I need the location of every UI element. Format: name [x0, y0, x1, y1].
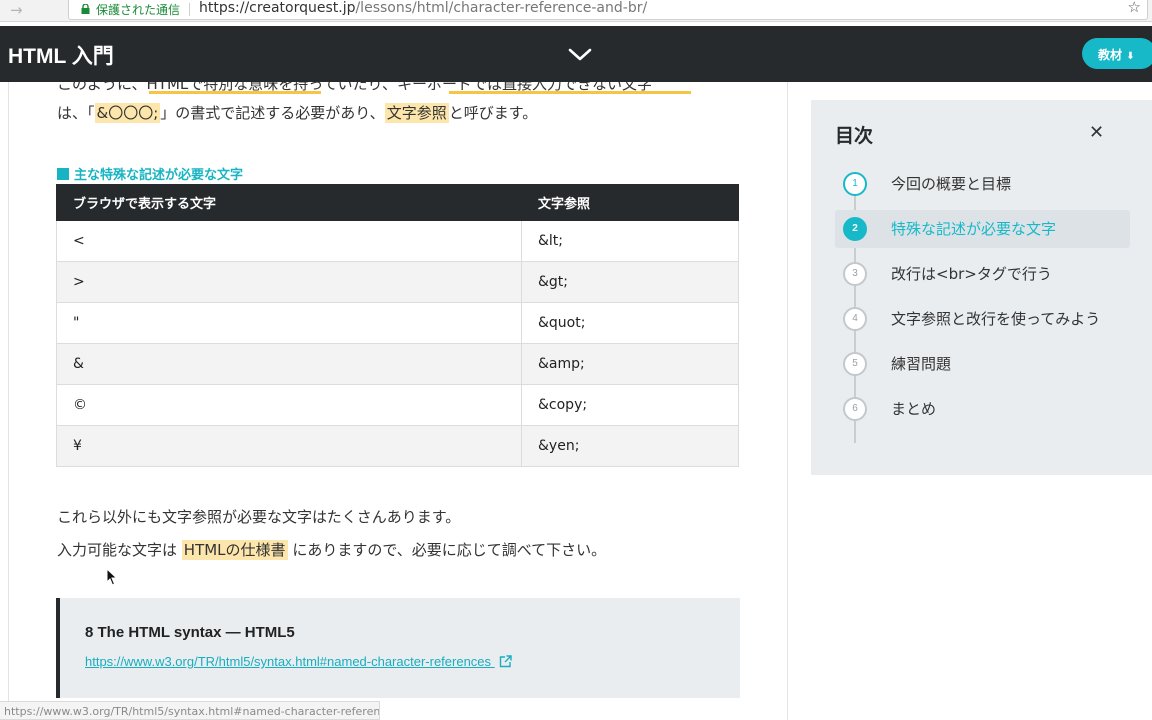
toc-item-label: 今回の概要と目標: [891, 175, 1012, 193]
table-header-row: ブラウザで表示する文字 文字参照: [56, 184, 739, 221]
mouse-cursor-icon: [106, 568, 118, 586]
toc-item-label: 文字参照と改行を使ってみよう: [891, 310, 1101, 328]
toc-step-number: 3: [843, 262, 867, 286]
table-row: > &gt;: [56, 261, 739, 303]
toc-item-label: まとめ: [891, 400, 937, 418]
toc-item-summary[interactable]: 6 まとめ: [835, 390, 1130, 428]
spec-link-text: https://www.w3.org/TR/html5/syntax.html#…: [85, 654, 492, 669]
table-cell-reference: &amp;: [521, 343, 739, 385]
table-cell-char: <: [56, 220, 522, 262]
download-icon: ⬇: [1126, 51, 1135, 62]
highlight-format: &〇〇〇;: [94, 103, 161, 123]
url-separator: [189, 3, 190, 16]
toc-step-number: 5: [843, 352, 867, 376]
toc-item-overview[interactable]: 1 今回の概要と目標: [835, 165, 1130, 203]
table-caption-text: 主な特殊な記述が必要な文字: [74, 168, 244, 183]
close-icon[interactable]: ✕: [1089, 122, 1104, 143]
toc-step-number: 4: [843, 307, 867, 331]
table-cell-reference: &quot;: [521, 302, 739, 344]
table-cell-reference: &lt;: [521, 220, 739, 262]
column-header-display-char: ブラウザで表示する文字: [56, 184, 522, 221]
toc-item-special-characters[interactable]: 2 特殊な記述が必要な文字: [835, 210, 1130, 248]
para3-prefix: 入力可能な文字は: [57, 541, 178, 559]
caption-square-icon: [57, 168, 69, 180]
table-cell-reference: &yen;: [521, 425, 739, 467]
quote-title: 8 The HTML syntax — HTML5: [85, 624, 295, 641]
character-reference-table: ブラウザで表示する文字 文字参照 < &lt; > &gt; " &quot; …: [56, 184, 739, 467]
table-cell-char: &: [56, 343, 522, 385]
bookmark-star-icon[interactable]: ☆: [1128, 0, 1141, 16]
chevron-down-icon[interactable]: [566, 42, 594, 66]
table-cell-char: ©: [56, 384, 522, 426]
table-cell-char: ¥: [56, 425, 522, 467]
toc-step-number: 6: [843, 397, 867, 421]
paragraph-spec-reference: 入力可能な文字は HTMLの仕様書 にありますので、必要に応じて調べて下さい。: [57, 539, 606, 560]
para1-mid: 」の書式で記述する必要があり、: [160, 104, 385, 122]
url-bar[interactable]: 保護された通信 https://creatorquest.jp/lessons/…: [68, 0, 1148, 20]
material-download-button[interactable]: 教材 ⬇: [1082, 38, 1152, 69]
column-header-reference: 文字参照: [521, 184, 739, 221]
toc-item-label: 改行は<br>タグで行う: [891, 265, 1052, 283]
table-row: © &copy;: [56, 384, 739, 426]
table-caption: 主な特殊な記述が必要な文字: [57, 164, 243, 183]
lock-icon: [81, 4, 90, 14]
table-row: < &lt;: [56, 220, 739, 262]
table-row: ¥ &yen;: [56, 425, 739, 467]
table-row: & &amp;: [56, 343, 739, 385]
toc-step-number: 2: [843, 217, 867, 241]
underline-highlight: [149, 91, 321, 94]
spec-external-link[interactable]: https://www.w3.org/TR/html5/syntax.html#…: [85, 654, 512, 669]
spec-link-highlight[interactable]: HTMLの仕様書: [181, 540, 288, 560]
site-header: HTML 入門 教材 ⬇: [0, 26, 1152, 82]
toc-item-label: 特殊な記述が必要な文字: [891, 220, 1057, 238]
material-button-label: 教材: [1098, 48, 1123, 62]
para1-prefix: は、「: [57, 104, 95, 122]
table-cell-char: ": [56, 302, 522, 344]
partially-visible-line: このように、HTMLで特別な意味を持っていたり、キーボードでは直接入力できない文…: [57, 82, 691, 94]
para1-suffix: と呼びます。: [448, 104, 538, 122]
external-link-icon: [499, 655, 512, 668]
forward-arrow-icon[interactable]: →: [10, 1, 23, 19]
table-cell-char: >: [56, 261, 522, 303]
article-content: このように、HTMLで特別な意味を持っていたり、キーボードでは直接入力できない文…: [8, 82, 788, 720]
url-host: https://creatorquest.jp: [199, 0, 356, 16]
secure-connection-label: 保護された通信: [96, 3, 181, 17]
reference-quote-box: 8 The HTML syntax — HTML5 https://www.w3…: [56, 598, 740, 698]
toc-title: 目次: [835, 125, 874, 147]
url-text[interactable]: https://creatorquest.jp/lessons/html/cha…: [199, 0, 647, 16]
underline-highlight: [449, 91, 691, 94]
paragraph-character-reference: は、「 &〇〇〇; 」の書式で記述する必要があり、 文字参照 と呼びます。: [57, 102, 537, 123]
toc-item-try-it[interactable]: 4 文字参照と改行を使ってみよう: [835, 300, 1130, 338]
toc-step-number: 1: [843, 172, 867, 196]
table-cell-reference: &copy;: [521, 384, 739, 426]
toc-item-br-tag[interactable]: 3 改行は<br>タグで行う: [835, 255, 1130, 293]
url-path: /lessons/html/character-reference-and-br…: [355, 0, 648, 16]
table-of-contents: 目次 ✕ 1 今回の概要と目標 2 特殊な記述が必要な文字 3 改行は<br>タ…: [811, 100, 1152, 475]
toc-item-label: 練習問題: [891, 355, 952, 373]
toc-item-exercises[interactable]: 5 練習問題: [835, 345, 1130, 383]
browser-address-bar: → 保護された通信 https://creatorquest.jp/lesson…: [0, 0, 1152, 22]
para3-suffix: にありますので、必要に応じて調べて下さい。: [292, 541, 607, 559]
site-title[interactable]: HTML 入門: [8, 40, 114, 70]
table-row: " &quot;: [56, 302, 739, 344]
highlight-term: 文字参照: [384, 103, 449, 123]
table-cell-reference: &gt;: [521, 261, 739, 303]
browser-status-bar: https://www.w3.org/TR/html5/syntax.html#…: [0, 701, 380, 720]
paragraph-more-characters: これら以外にも文字参照が必要な文字はたくさんあります。: [57, 508, 461, 526]
